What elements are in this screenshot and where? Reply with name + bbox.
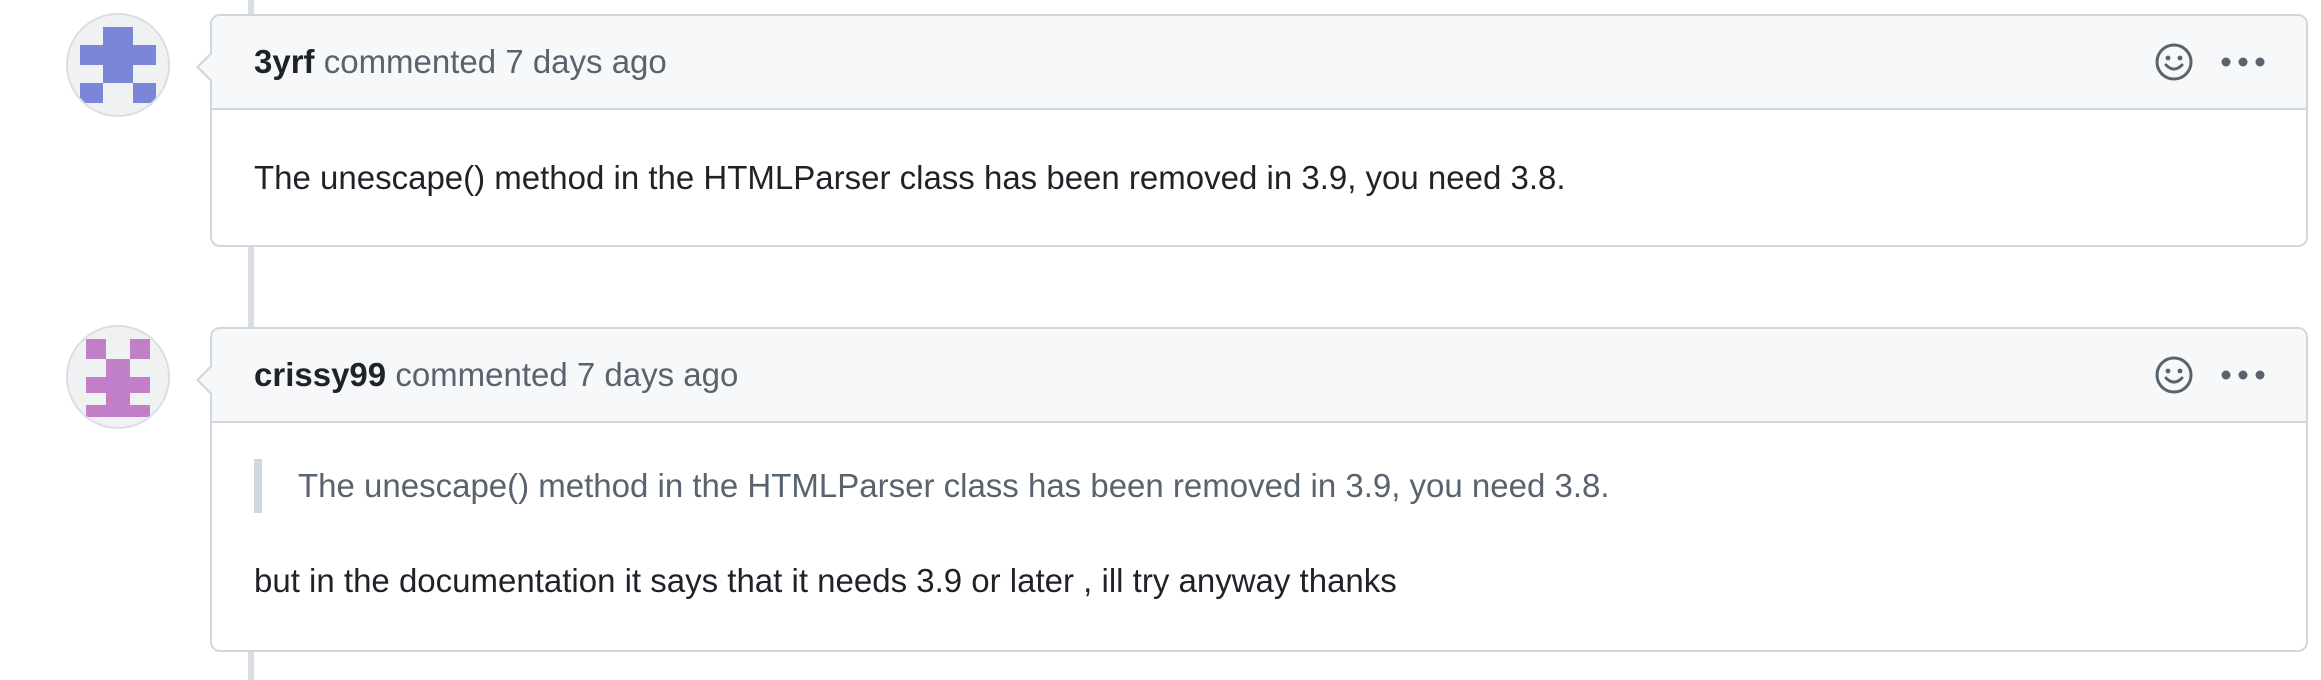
author-link[interactable]: 3yrf [254,43,315,80]
comment-body: The unescape() method in the HTMLParser … [212,423,2306,611]
avatar[interactable] [66,325,170,429]
identicon [68,327,168,427]
identicon [68,15,168,115]
comment-timestamp[interactable]: 7 days ago [505,43,666,80]
comment-body: The unescape() method in the HTMLParser … [212,110,2306,245]
comment-action: commented [323,43,497,80]
blockquote: The unescape() method in the HTMLParser … [254,459,2264,513]
avatar[interactable] [66,13,170,117]
comment-action: commented [395,356,568,393]
kebab-horizontal-icon[interactable] [2220,56,2266,68]
smiley-icon[interactable] [2154,42,2194,82]
kebab-horizontal-icon[interactable] [2220,369,2266,381]
comment-header: crissy99 commented 7 days ago [212,329,2306,423]
comment-text: The unescape() method in the HTMLParser … [254,159,1566,196]
comment-timestamp[interactable]: 7 days ago [577,356,738,393]
comment-header-text: 3yrf commented 7 days ago [254,16,667,108]
comment-box: 3yrf commented 7 days ago The unescape()… [196,14,2308,247]
comment-actions [2154,16,2266,108]
comment-actions [2154,329,2266,421]
comment-header-text: crissy99 commented 7 days ago [254,329,738,421]
comment-box: crissy99 commented 7 days ago The unesca… [196,327,2308,652]
comment-header: 3yrf commented 7 days ago [212,16,2306,110]
author-link[interactable]: crissy99 [254,356,386,393]
smiley-icon[interactable] [2154,355,2194,395]
comment-text: but in the documentation it says that it… [254,562,1397,599]
